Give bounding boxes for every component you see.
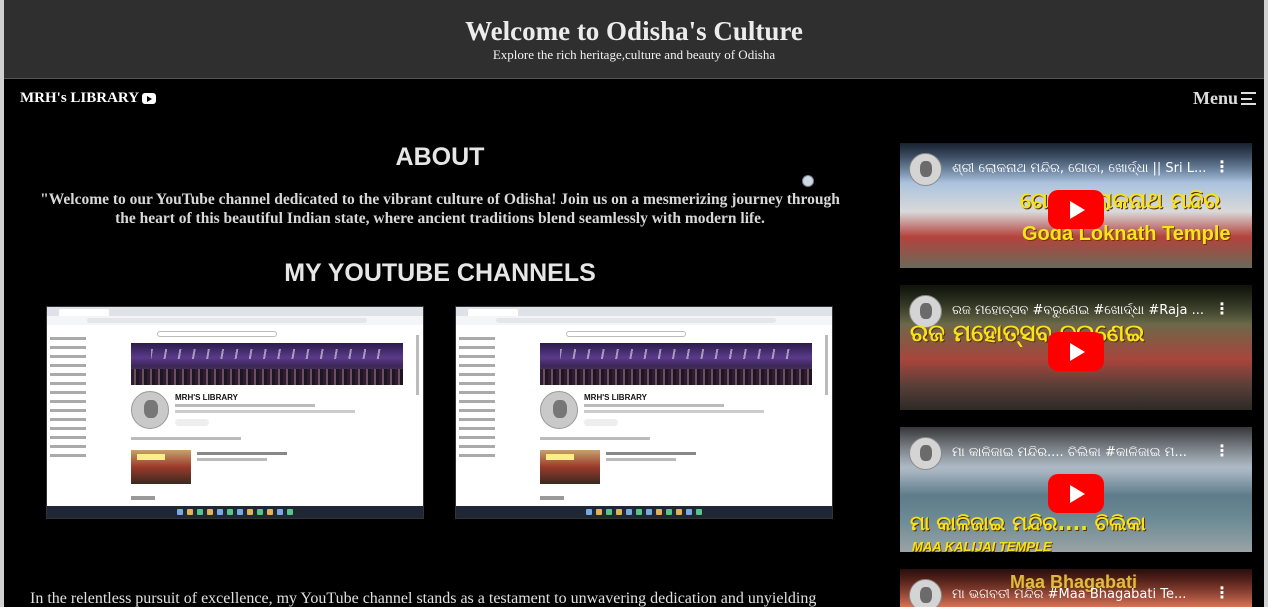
hamburger-icon (1241, 92, 1256, 105)
taskbar (456, 506, 832, 518)
youtube-icon (142, 93, 157, 104)
menu-button[interactable]: Menu (1193, 88, 1256, 109)
video-thumbnail (540, 450, 600, 484)
more-options-icon[interactable]: ⋮ (1214, 157, 1230, 176)
site-title: Welcome to Odisha's Culture (465, 16, 803, 46)
video-title[interactable]: ରଜ ମହୋତ୍ସବ #ବରୁଣେଇ #ଖୋର୍ଦ୍ଧା #Raja ... (952, 303, 1214, 318)
channel-avatar[interactable] (909, 153, 942, 186)
navbar: MRH's LIBRARY Menu (4, 80, 1264, 118)
video-embed-4[interactable]: Maa Bhagabati ମା ଭଗବତୀ ମନ୍ଦିର #Maa Bhaga… (900, 569, 1252, 607)
taskbar (47, 506, 423, 518)
video-caption: MAA KALIJAI TEMPLE (912, 539, 1052, 552)
video-thumbnail (131, 450, 191, 484)
play-button[interactable] (1048, 474, 1104, 513)
channels-heading: MY YOUTUBE CHANNELS (284, 259, 596, 287)
video-title[interactable]: ମା କାଳିଜାଇ ମନ୍ଦିର.... ଚିଲିକା #କାଳିଜାଇ ମ.… (952, 445, 1214, 460)
more-options-icon[interactable]: ⋮ (1214, 299, 1230, 318)
channel-screenshot-2[interactable]: MRH'S LIBRARY (455, 306, 833, 519)
video-overlay-text: ମା କାଳିଜାଇ ମନ୍ଦିର.... ଚିଲିକା (910, 511, 1146, 535)
channel-avatar[interactable] (909, 579, 942, 607)
window-frame-right (1264, 0, 1268, 607)
avatar (540, 391, 578, 429)
brand-link[interactable]: MRH's LIBRARY (20, 90, 157, 107)
channel-screenshot-1[interactable]: MRH'S LIBRARY (46, 306, 424, 519)
video-title[interactable]: ମା ଭଗବତୀ ମନ୍ଦିର #Maa Bhagabati Te... (952, 587, 1214, 602)
more-options-icon[interactable]: ⋮ (1214, 441, 1230, 460)
channel-banner (131, 343, 403, 385)
video-embed-1[interactable]: ଶ୍ରୀ ଲୋକନାଥ ମନ୍ଦିର, ଗୋଡା, ଖୋର୍ଦ୍ଧା || Sr… (900, 143, 1252, 268)
play-button[interactable] (1048, 332, 1104, 371)
about-heading: ABOUT (395, 143, 485, 171)
channel-name: MRH'S LIBRARY (584, 393, 647, 402)
about-text: "Welcome to our YouTube channel dedicate… (40, 191, 840, 227)
video-embed-2[interactable]: ରଜ ମହୋତ୍ସବ #ବରୁଣେଇ #ଖୋର୍ଦ୍ଧା #Raja ... ⋮… (900, 285, 1252, 410)
intro-paragraph: In the relentless pursuit of excellence,… (30, 590, 817, 607)
channel-name: MRH'S LIBRARY (175, 393, 238, 402)
play-button[interactable] (1048, 190, 1104, 229)
more-options-icon[interactable]: ⋮ (1214, 583, 1230, 602)
cursor-icon (802, 175, 814, 187)
brand-label: MRH's LIBRARY (20, 90, 140, 106)
site-header: Welcome to Odisha's Culture Explore the … (4, 0, 1264, 79)
menu-label: Menu (1193, 88, 1238, 108)
channel-avatar[interactable] (909, 437, 942, 470)
video-embed-3[interactable]: ମା କାଳିଜାଇ ମନ୍ଦିର.... ଚିଲିକା #କାଳିଜାଇ ମ.… (900, 427, 1252, 552)
site-subtitle: Explore the rich heritage,culture and be… (492, 47, 776, 62)
video-title[interactable]: ଶ୍ରୀ ଲୋକନାଥ ମନ୍ଦିର, ଗୋଡା, ଖୋର୍ଦ୍ଧା || Sr… (952, 161, 1214, 176)
avatar (131, 391, 169, 429)
channel-banner (540, 343, 812, 385)
